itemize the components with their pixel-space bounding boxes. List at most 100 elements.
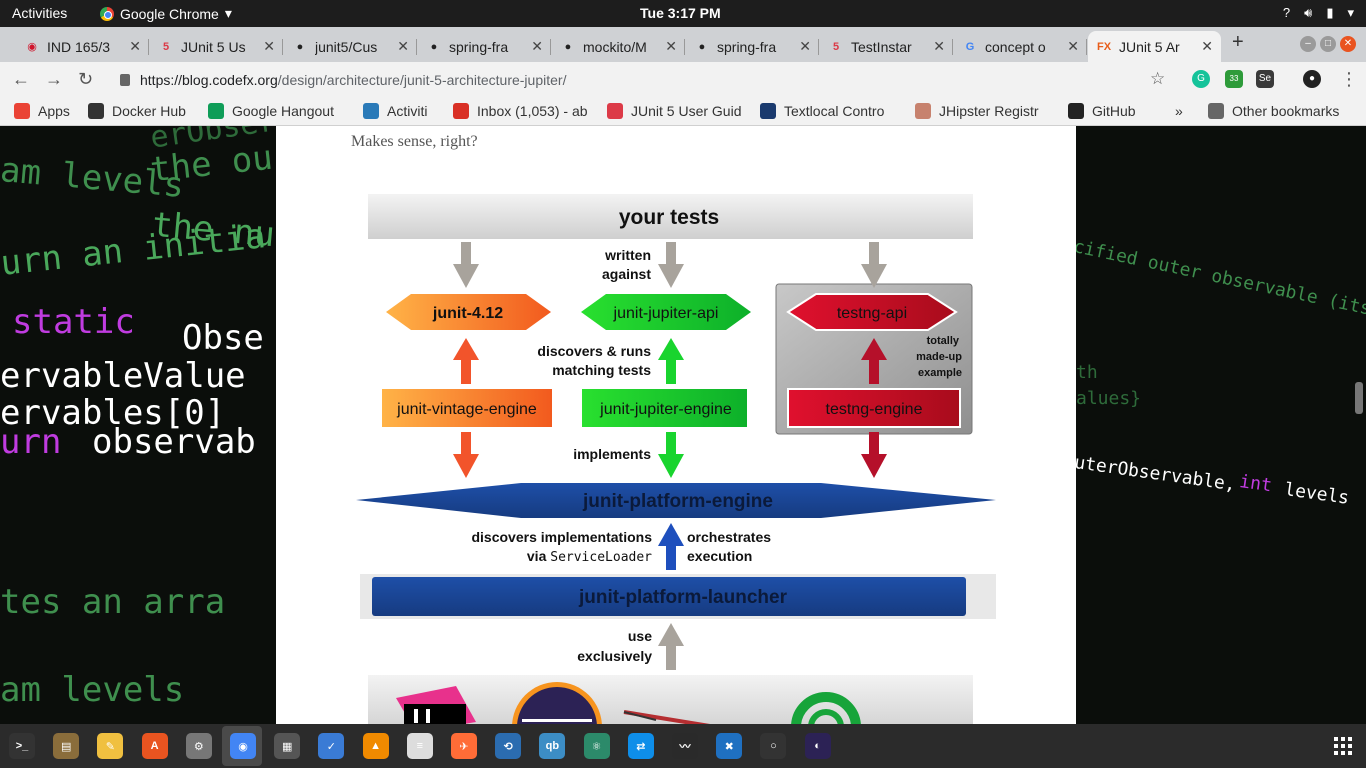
grammarly-icon[interactable]: G [1192,70,1210,88]
tab-4[interactable]: ● mockito/M ✕ [552,31,685,62]
maximize-button[interactable]: □ [1320,36,1336,52]
bookmark-label: Inbox (1,053) - ab [477,103,588,119]
volume-icon[interactable]: 🔊︎ [1304,5,1312,21]
tab-6[interactable]: 5 TestInstar ✕ [820,31,953,62]
tab-title: IND 165/3 [47,38,111,55]
system-tray[interactable]: ? 🔊︎ ▮ ▾ [1283,5,1354,21]
close-window-button[interactable]: ✕ [1340,36,1356,52]
app-name: Google Chrome [120,5,219,22]
codefx-icon: FX [1096,40,1112,53]
files-icon[interactable]: ▤ [53,733,80,759]
calculator-icon[interactable]: ▦ [274,733,301,759]
settings-icon[interactable]: ⚙ [185,733,212,759]
close-tab-icon[interactable]: ✕ [531,38,543,55]
bookmark-label: JHipster Registr [939,103,1039,119]
background-code-line: static [12,302,135,342]
junit5-icon: 5 [832,40,840,53]
tools-to-launcher-arrow [658,623,684,670]
tab-7[interactable]: Gconcept o ✕ [954,31,1087,62]
extension-badge-icon[interactable]: 33 [1225,70,1243,88]
tab-5[interactable]: ● spring-fra ✕ [686,31,819,62]
tab-title: concept o [985,38,1046,55]
bookmark-item[interactable]: JHipster Registr [915,103,1039,119]
bookmark-star-icon[interactable]: ☆ [1150,69,1165,89]
tab-1[interactable]: 5 JUnit 5 Us ✕ [150,31,283,62]
page-scrollbar[interactable] [1351,126,1366,724]
close-tab-icon[interactable]: ✕ [799,38,811,55]
sts-icon[interactable]: ✖ [716,733,743,759]
close-tab-icon[interactable]: ✕ [933,38,945,55]
tasks-icon[interactable]: ✓ [318,733,345,759]
bookmark-item[interactable]: Textlocal Contro [760,103,884,119]
background-code-right: cified outer observable (its th alues} uter… [1076,126,1366,724]
new-tab-button[interactable]: + [1232,31,1244,54]
tab-2[interactable]: ● junit5/Cus ✕ [284,31,417,62]
scrollbar-thumb[interactable] [1355,382,1363,414]
eclipse-icon[interactable]: ◐ [804,733,831,759]
platform-launcher-label: junit-platform-launcher [578,587,788,608]
other-bookmarks-folder[interactable]: Other bookmarks [1208,103,1339,119]
reload-button[interactable]: ↻ [78,69,93,90]
close-tab-icon[interactable]: ✕ [1067,38,1079,55]
lock-icon[interactable] [120,74,130,86]
close-tab-icon[interactable]: ✕ [665,38,677,55]
atom-icon[interactable]: ⚛ [583,733,610,759]
background-code-line: uterObservable, [1076,452,1237,496]
back-button[interactable]: ← [12,69,30,90]
close-tab-icon[interactable]: ✕ [397,38,409,55]
app-menu[interactable]: Google Chrome ▾ [100,5,232,22]
terminal-icon[interactable]: >_ [9,733,35,759]
bookmark-label: Activiti [387,103,428,119]
window-controls: – □ ✕ [1300,36,1356,52]
selenium-ide-icon[interactable]: Se [1256,70,1274,88]
tab-8[interactable]: FX JUnit 5 Ar ✕ [1088,31,1221,62]
bookmark-item[interactable]: Google Hangout [208,103,334,119]
postman-icon[interactable]: ✈ [451,733,477,759]
chrome-icon[interactable]: ◉ [230,733,256,759]
show-applications-icon[interactable] [1334,737,1352,755]
tab-separator [952,39,953,55]
bookmark-item[interactable]: Apps [14,103,70,119]
chrome-icon [100,6,114,21]
minimize-button[interactable]: – [1300,36,1316,52]
bookmark-item[interactable]: Inbox (1,053) - ab [453,103,588,119]
address-bar[interactable]: https://blog.codefx.org/design/architect… [108,66,1178,94]
battery-icon[interactable]: ▮ [1326,5,1333,21]
power-menu-icon[interactable]: ▾ [1347,5,1354,21]
made-up-label-2: made-up [916,351,962,363]
network-icon[interactable]: ⟲ [495,733,522,759]
document-viewer-icon[interactable]: ≡ [406,733,433,759]
bookmarks-overflow-button[interactable]: » [1175,103,1183,119]
other-bookmarks-label: Other bookmarks [1232,103,1340,119]
cricket-icon: ◉ [27,41,37,53]
github-icon [1068,103,1084,119]
qbittorrent-icon[interactable]: qb [539,733,566,759]
software-center-icon[interactable]: A [141,733,168,759]
junit5-icon [607,103,623,119]
clock[interactable]: Tue 3:17 PM [640,5,721,21]
teamviewer-icon[interactable]: ⇄ [627,733,654,759]
text-editor-icon[interactable]: ✎ [97,733,124,759]
tab-3[interactable]: ● spring-fra ✕ [418,31,551,62]
obs-icon[interactable]: ○ [760,733,787,759]
profile-avatar[interactable]: ● [1303,70,1321,88]
tab-title: mockito/M [583,38,647,55]
help-icon[interactable]: ? [1283,5,1290,21]
chrome-menu-icon[interactable]: ⋮ [1340,69,1358,90]
tab-separator [818,39,819,55]
bookmark-item[interactable]: Activiti [363,103,427,119]
bookmark-item[interactable]: JUnit 5 User Guid [607,103,741,119]
close-tab-icon[interactable]: ✕ [129,38,141,55]
activities-button[interactable]: Activities [12,5,67,21]
written-label-1: written [604,247,651,263]
close-tab-icon[interactable]: ✕ [263,38,275,55]
bookmark-item[interactable]: GitHub [1068,103,1136,119]
bookmark-label: Docker Hub [112,103,186,119]
system-monitor-icon[interactable]: 〰 [672,733,698,759]
background-code-line: tes an arra [0,582,226,622]
vlc-icon[interactable]: ▲ [362,733,389,759]
forward-button[interactable]: → [45,69,63,90]
tab-0[interactable]: ◉ IND 165/3 ✕ [16,31,149,62]
close-tab-icon[interactable]: ✕ [1201,38,1213,55]
bookmark-item[interactable]: Docker Hub [88,103,186,119]
